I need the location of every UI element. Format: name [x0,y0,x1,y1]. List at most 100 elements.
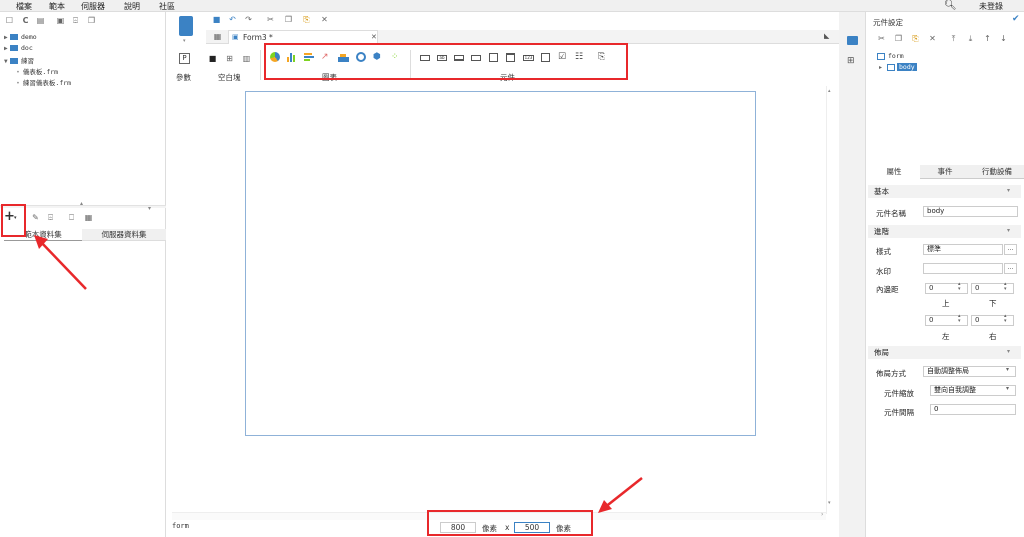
copy-icon[interactable]: ❐ [894,34,903,43]
scroll-right-icon[interactable]: › [821,511,823,518]
scroll-down-icon[interactable]: ▾ [828,500,831,506]
close-icon[interactable]: ✕ [320,15,329,24]
scroll-up-icon[interactable]: ▴ [828,88,831,94]
chevron-down-icon[interactable]: ▾ [1006,385,1009,392]
redo-icon[interactable]: ↷ [244,15,253,24]
search-icon[interactable]: 🔍︎ [944,0,957,11]
paste-icon[interactable]: ⎘ [911,34,920,43]
absolute-layout-icon[interactable]: ■ [208,54,217,63]
padding-top-input[interactable]: 0 [925,283,968,294]
preview-icon[interactable]: ▣ [56,16,65,25]
tab-form3[interactable]: ▣ Form3 * ✕ [228,30,378,44]
chevron-right-icon[interactable]: ▸ [879,64,882,71]
menu-file[interactable]: 檔案 [16,1,32,12]
section-basic[interactable]: 基本 [868,185,1021,198]
padding-bottom-input[interactable]: 0 [971,283,1014,294]
tab-menu-icon[interactable]: ◣ [824,32,829,40]
name-input[interactable]: body [923,206,1018,217]
chevron-down-icon[interactable]: ▾ [1007,187,1010,194]
move-up-icon[interactable]: ↑ [983,34,992,43]
stepper-icon[interactable]: ▴ ▾ [1004,314,1007,324]
tree-node-form[interactable]: form [877,52,904,60]
gap-label: 元件間隔 [884,408,914,417]
style-input[interactable]: 標準 [923,244,1003,255]
widget-settings-tab-icon[interactable] [847,36,858,45]
cut-icon[interactable]: ✂ [877,34,886,43]
menu-help[interactable]: 說明 [124,1,140,12]
tab-title: Form3 * [243,33,273,42]
open-icon[interactable]: ▤ [36,16,45,25]
delete-icon[interactable]: ⌹ [71,16,80,25]
tab-properties[interactable]: 屬性 [868,165,920,179]
right-label: 右 [989,332,997,341]
stepper-icon[interactable]: ▴ ▾ [958,314,961,324]
copy-icon[interactable]: ❐ [87,16,96,25]
chevron-up-icon[interactable]: ▴ [80,200,83,207]
report-navigator-icon[interactable] [179,16,193,36]
login-status[interactable]: 未登錄 [979,1,1003,12]
tree-item-label: 練習 [21,57,34,65]
chevron-down-icon[interactable]: ▾ [1007,227,1010,234]
highlight-box-add [1,204,26,237]
tree-item-practice-dashboard-frm[interactable]: • 練習儀表板.frm [16,77,71,87]
move-down-icon[interactable]: ↓ [999,34,1008,43]
tab-events[interactable]: 事件 [920,165,970,179]
param-icon[interactable]: P [179,53,190,64]
trash-icon[interactable]: ⌹ [46,213,55,222]
style-more-button[interactable]: ... [1004,244,1017,255]
tree-node-body[interactable]: body [887,63,917,71]
move-bottom-icon[interactable]: ⤓ [966,34,975,43]
padding-left-input[interactable]: 0 [925,315,968,326]
stepper-icon[interactable]: ▴ ▾ [958,282,961,292]
component-library-tab-icon[interactable]: ⊞ [847,56,855,66]
menu-template[interactable]: 範本 [49,1,65,12]
folder-icon [10,58,18,64]
form-icon [877,52,885,60]
vertical-scrollbar[interactable] [826,86,834,514]
preview-data-icon[interactable]: ▦ [84,213,93,222]
tab-layout-icon[interactable]: ⊞ [225,54,234,63]
save-icon[interactable]: ■ [212,15,221,24]
layout-mode-select[interactable]: 自動調整佈局 [923,366,1016,377]
file-icon: • [16,79,20,87]
chevron-down-icon[interactable]: ▾ [1007,348,1010,355]
confirm-icon[interactable]: ✔ [1012,14,1020,24]
frozen-layout-icon[interactable]: ▥ [242,54,251,63]
copy-icon[interactable]: ❐ [284,15,293,24]
chevron-down-icon[interactable]: ▾ [148,205,151,212]
close-tab-icon[interactable]: ✕ [371,33,377,41]
chevron-down-icon[interactable]: ▾ [183,38,186,44]
section-layout[interactable]: 佈局 [868,346,1021,359]
tree-item-dashboard-frm[interactable]: • 儀表板.frm [16,66,58,76]
section-advanced[interactable]: 進階 [868,225,1021,238]
tree-item-practice[interactable]: ▼ 練習 [4,55,34,65]
tree-item-demo[interactable]: ▶ demo [4,33,37,41]
cut-icon[interactable]: ✂ [266,15,275,24]
gap-input[interactable]: 0 [930,404,1016,415]
padding-right-input[interactable]: 0 [971,315,1014,326]
tree-item-doc[interactable]: ▶ doc [4,44,33,52]
paste-icon[interactable]: ⎘ [302,15,311,24]
folder-icon [10,45,18,51]
grid-icon[interactable]: ▦ [213,32,222,41]
tab-mobile[interactable]: 行動設備 [970,165,1024,179]
chevron-down-icon[interactable]: ▾ [1006,366,1009,373]
watermark-more-button[interactable]: ... [1004,263,1017,274]
arrow-annotation-left [34,235,87,290]
new-folder-icon[interactable]: ☐ [5,16,14,25]
move-top-icon[interactable]: ⤒ [949,34,958,43]
scale-select[interactable]: 雙向自我調整 [930,385,1016,396]
document-icon[interactable]: ⎕ [67,213,76,222]
tab-server-dataset[interactable]: 伺服器資料集 [82,229,166,241]
menu-community[interactable]: 社區 [159,1,175,12]
edit-icon[interactable]: ✎ [31,213,40,222]
menu-server[interactable]: 伺服器 [81,1,105,12]
undo-icon[interactable]: ↶ [228,15,237,24]
delete-icon[interactable]: ✕ [928,34,937,43]
tree-item-label: 儀表板.frm [22,68,59,76]
watermark-input[interactable] [923,263,1003,274]
folder-icon [10,34,18,40]
stepper-icon[interactable]: ▴ ▾ [1004,282,1007,292]
refresh-icon[interactable]: C [21,16,30,25]
design-surface[interactable] [245,91,756,436]
